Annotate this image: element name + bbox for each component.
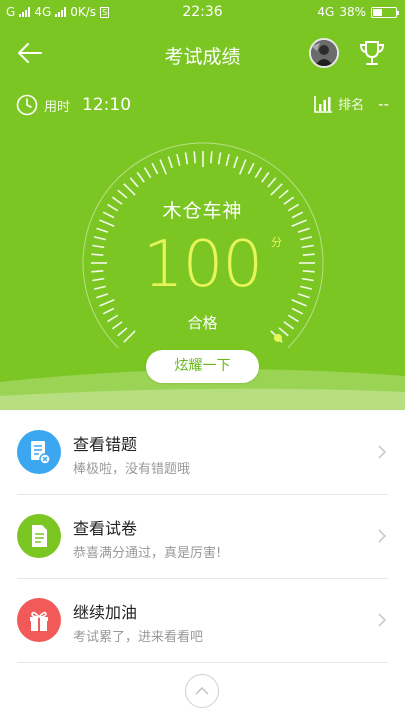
battery-percent: 38% <box>339 5 366 19</box>
clock-icon <box>16 94 38 116</box>
gauge-pointer <box>273 333 282 342</box>
gauge-tick <box>151 162 159 175</box>
rank-label: 排名 <box>338 98 365 113</box>
item-subtitle: 棒极啦，没有错题哦 <box>73 462 191 477</box>
score-unit: 分 <box>271 236 282 249</box>
gauge-tick <box>184 152 189 165</box>
time-label: 用时 <box>44 99 71 115</box>
page-title: 考试成绩 <box>164 46 241 68</box>
chevron-right-icon <box>378 613 387 627</box>
gauge-tick <box>267 177 277 188</box>
gauge-tick <box>254 167 263 179</box>
scroll-up-button[interactable] <box>185 674 219 708</box>
avatar-image <box>311 40 337 66</box>
wrong-questions-icon <box>17 430 61 474</box>
gauge-tick <box>270 183 283 196</box>
item-title: 继续加油 <box>73 603 138 622</box>
list-item-exam-paper[interactable]: 查看试卷 恭喜满分通过，真是厉害! <box>0 494 405 578</box>
pass-status: 合格 <box>187 314 218 332</box>
battery-level <box>373 8 383 16</box>
item-title: 查看试卷 <box>73 519 138 538</box>
gauge-tick <box>247 162 255 175</box>
exam-paper-icon <box>17 514 61 558</box>
time-used: 用时 12:10 <box>16 94 131 116</box>
gauge-tick <box>233 156 239 169</box>
gauge-tick <box>193 151 196 164</box>
list-item-keep-going[interactable]: 继续加油 考试累了，进来看看吧 <box>0 578 405 662</box>
gift-icon <box>17 598 61 642</box>
battery-icon <box>371 6 399 18</box>
chevron-right-icon <box>378 445 387 459</box>
list-item-wrong-questions[interactable]: 查看错题 棒极啦，没有错题哦 <box>0 410 405 494</box>
gauge-tick <box>129 177 139 188</box>
ranking: 排名 -- <box>313 94 389 113</box>
gauge-tick <box>238 159 247 175</box>
nav-bar: 考试成绩 <box>0 32 405 76</box>
gauge-tick <box>167 156 173 169</box>
action-list: 查看错题 棒极啦，没有错题哦 查看试卷 恭喜满分通过，真是厉害! 继续加油 考试… <box>0 410 405 663</box>
network-type: 4G <box>317 5 335 19</box>
user-name: 木仓车神 <box>162 200 243 222</box>
status-bar: G 4G 0K/s S 22:36 4G 38% <box>0 0 405 26</box>
chevron-right-icon <box>378 529 387 543</box>
gauge-tick <box>159 159 168 175</box>
rank-value: -- <box>378 94 389 113</box>
score-value: 100 <box>142 228 263 302</box>
item-subtitle: 恭喜满分通过，真是厉害! <box>73 546 222 561</box>
gauge-tick <box>143 167 152 179</box>
item-subtitle: 考试累了，进来看看吧 <box>73 630 204 645</box>
bar-chart-icon <box>314 95 333 113</box>
avatar[interactable] <box>309 38 339 68</box>
gauge-tick <box>261 171 270 183</box>
share-button[interactable]: 炫耀一下 <box>146 350 259 383</box>
gauge-tick <box>225 153 230 166</box>
gauge-tick <box>136 171 145 183</box>
trophy-icon[interactable] <box>357 38 387 68</box>
divider <box>17 662 388 663</box>
item-title: 查看错题 <box>73 435 138 454</box>
gauge-tick <box>123 183 136 196</box>
chevron-up-icon <box>195 686 209 695</box>
gauge-tick <box>217 152 222 165</box>
gauge-tick <box>176 153 181 166</box>
time-value: 12:10 <box>82 95 132 115</box>
gauge-tick <box>210 151 213 164</box>
